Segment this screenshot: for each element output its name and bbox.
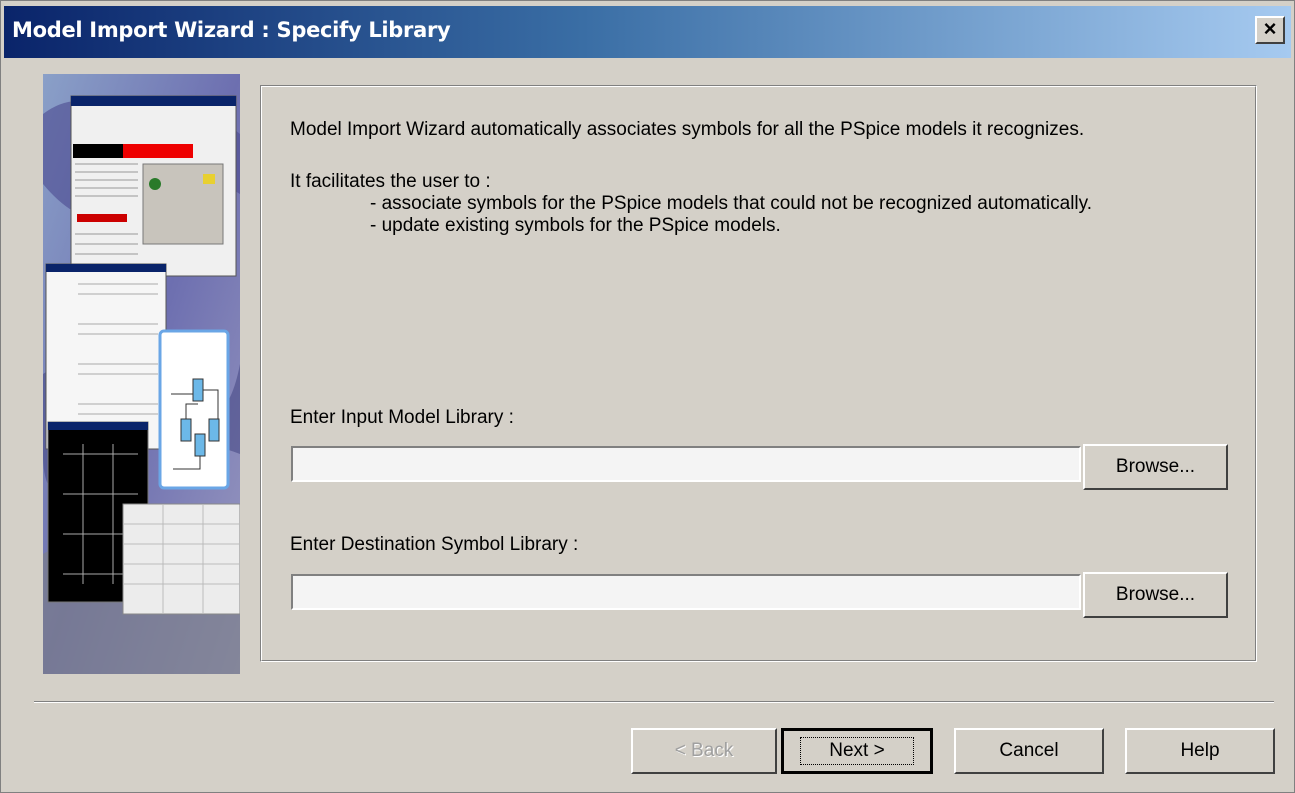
back-label: < Back [674, 740, 734, 761]
wizard-window: Model Import Wizard : Specify Library × [0, 0, 1295, 793]
next-label: Next > [800, 737, 914, 765]
footer-separator [34, 701, 1274, 703]
input-model-label: Enter Input Model Library : [290, 407, 514, 428]
bullet-update: - update existing symbols for the PSpice… [370, 215, 781, 236]
facilitates-text: It facilitates the user to : [290, 171, 491, 192]
destination-field[interactable] [291, 574, 1081, 610]
destination-label: Enter Destination Symbol Library : [290, 534, 579, 555]
window-title: Model Import Wizard : Specify Library [12, 18, 451, 42]
next-button[interactable]: Next > [781, 728, 933, 774]
close-button[interactable]: × [1255, 16, 1285, 44]
back-button[interactable]: < Back [631, 728, 777, 774]
browse-input-label: Browse... [1115, 456, 1196, 477]
help-label: Help [1180, 740, 1220, 761]
cancel-label: Cancel [999, 740, 1059, 761]
help-button[interactable]: Help [1125, 728, 1275, 774]
cancel-button[interactable]: Cancel [954, 728, 1104, 774]
bullet-associate: - associate symbols for the PSpice model… [370, 193, 1093, 214]
browse-input-button[interactable]: Browse... [1083, 444, 1228, 490]
browse-destination-label: Browse... [1115, 584, 1196, 605]
intro-text: Model Import Wizard automatically associ… [290, 119, 1085, 140]
input-model-field[interactable] [291, 446, 1081, 482]
close-icon: × [1263, 16, 1277, 41]
browse-destination-button[interactable]: Browse... [1083, 572, 1228, 618]
title-bar[interactable]: Model Import Wizard : Specify Library × [4, 6, 1291, 58]
wizard-illustration [43, 74, 240, 674]
